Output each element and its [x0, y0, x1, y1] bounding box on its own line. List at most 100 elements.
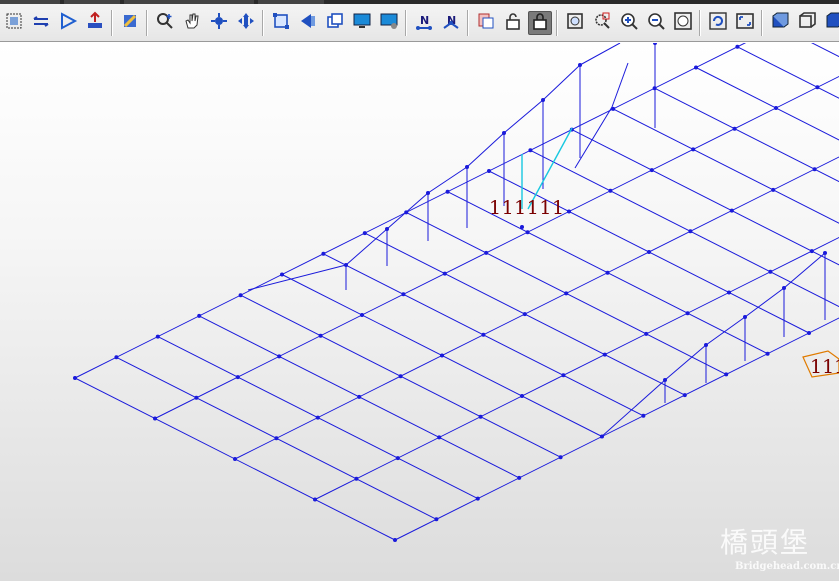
- unlock-icon: [503, 11, 523, 35]
- zoom-region-button[interactable]: [590, 11, 614, 35]
- mesh-node: [774, 106, 778, 110]
- deck-longitudinal-line: [154, 75, 839, 419]
- mesh-node: [315, 415, 320, 420]
- mesh-node: [280, 272, 284, 277]
- mesh-node: [360, 313, 364, 317]
- monitor-icon: [352, 11, 372, 35]
- mesh-node: [238, 293, 243, 298]
- toolbar-separator: [699, 9, 701, 36]
- tower-line: [599, 379, 666, 439]
- deck-transverse-line: [695, 67, 839, 141]
- mesh-node: [481, 332, 486, 337]
- move-arrows-icon: [236, 11, 256, 35]
- paste-icon: [476, 11, 496, 35]
- mesh-node: [608, 188, 613, 193]
- watermark-logo: 橋頭堡: [720, 526, 811, 559]
- mesh-node: [434, 517, 439, 522]
- toolbar-separator: [556, 9, 558, 36]
- unlock-button[interactable]: [501, 11, 525, 35]
- grid-select-button[interactable]: [2, 11, 26, 35]
- mesh-node: [727, 290, 731, 295]
- fullscreen-button[interactable]: [733, 11, 757, 35]
- zoom-region-icon: [592, 11, 612, 35]
- toolbar-separator: [262, 9, 264, 36]
- rotate-button[interactable]: [207, 11, 231, 35]
- monitor-settings-icon: [379, 11, 399, 35]
- mesh-node: [426, 191, 430, 195]
- node-n-delete-button[interactable]: N: [439, 11, 463, 35]
- node-n-button[interactable]: N: [412, 11, 436, 35]
- mesh-node: [567, 209, 571, 214]
- deck-longitudinal-line: [74, 43, 747, 379]
- paste-button[interactable]: [474, 11, 498, 35]
- model-viewport[interactable]: 111111 111 橋頭堡 Bridgehead.com.cn: [0, 43, 839, 581]
- mesh-node: [688, 229, 693, 234]
- eraser-icon: [120, 11, 140, 35]
- select-box-icon: [271, 11, 291, 35]
- monitor-settings-button[interactable]: [377, 11, 401, 35]
- copy-window-button[interactable]: [323, 11, 347, 35]
- node-label-partial: 111: [810, 356, 839, 378]
- tower-line: [664, 344, 707, 381]
- toolbar: NN: [0, 4, 839, 42]
- zoom-in-button[interactable]: [617, 11, 641, 35]
- box-frame-icon: [797, 11, 817, 35]
- pan-hand-button[interactable]: [180, 11, 204, 35]
- node-n-delete-icon: N: [441, 11, 461, 35]
- distance-button[interactable]: [29, 11, 53, 35]
- refresh-button[interactable]: [706, 11, 730, 35]
- zoom-plus-icon: [155, 11, 175, 35]
- mesh-node: [729, 208, 734, 213]
- triangle-arrow-button[interactable]: [56, 11, 80, 35]
- mesh-node: [235, 375, 240, 380]
- mesh-node: [644, 331, 649, 336]
- zoom-fit-button[interactable]: [671, 11, 695, 35]
- mesh-node: [114, 355, 119, 360]
- front-face-button[interactable]: [296, 11, 320, 35]
- tower-line: [574, 106, 613, 169]
- mesh-node: [354, 476, 359, 481]
- triangle-arrow-icon: [58, 11, 78, 35]
- mesh-node: [395, 456, 400, 461]
- mesh-node: [691, 147, 696, 152]
- mesh-node: [765, 351, 770, 356]
- mesh-node: [475, 496, 480, 501]
- mesh-node: [522, 312, 527, 317]
- box-frame-button[interactable]: [795, 11, 819, 35]
- mesh-node: [647, 250, 651, 254]
- mesh-node: [401, 292, 406, 297]
- mesh-node: [520, 225, 524, 229]
- mesh-node: [735, 44, 740, 49]
- select-box-button[interactable]: [269, 11, 293, 35]
- mesh-node: [694, 65, 698, 70]
- mesh-node: [641, 413, 646, 418]
- mesh-node: [321, 251, 326, 256]
- toolbar-separator: [405, 9, 407, 36]
- mesh-node: [437, 435, 442, 440]
- zoom-plus-button[interactable]: [153, 11, 177, 35]
- deck-transverse-line: [737, 46, 839, 99]
- upload-load-button[interactable]: [83, 11, 107, 35]
- lock-button[interactable]: [527, 10, 552, 35]
- zoom-window-button[interactable]: [563, 11, 587, 35]
- mesh-node: [782, 286, 786, 290]
- zoom-out-button[interactable]: [644, 11, 668, 35]
- box-view-button[interactable]: [768, 11, 792, 35]
- move-arrows-button[interactable]: [234, 11, 258, 35]
- mesh-node: [525, 230, 530, 235]
- monitor-button[interactable]: [350, 11, 374, 35]
- bridge-mesh-model[interactable]: [0, 43, 839, 581]
- watermark-url: Bridgehead.com.cn: [735, 561, 839, 572]
- box-solid-button[interactable]: [822, 11, 839, 35]
- mesh-node: [682, 393, 687, 398]
- mesh-node: [605, 270, 610, 275]
- tower-line: [579, 43, 621, 66]
- mesh-node: [649, 168, 654, 173]
- mesh-node: [558, 455, 563, 460]
- mesh-node: [197, 313, 202, 318]
- eraser-button[interactable]: [118, 11, 142, 35]
- mesh-node: [194, 395, 199, 400]
- mesh-node: [440, 353, 444, 358]
- zoom-in-icon: [619, 11, 639, 35]
- deck-transverse-line: [820, 43, 839, 167]
